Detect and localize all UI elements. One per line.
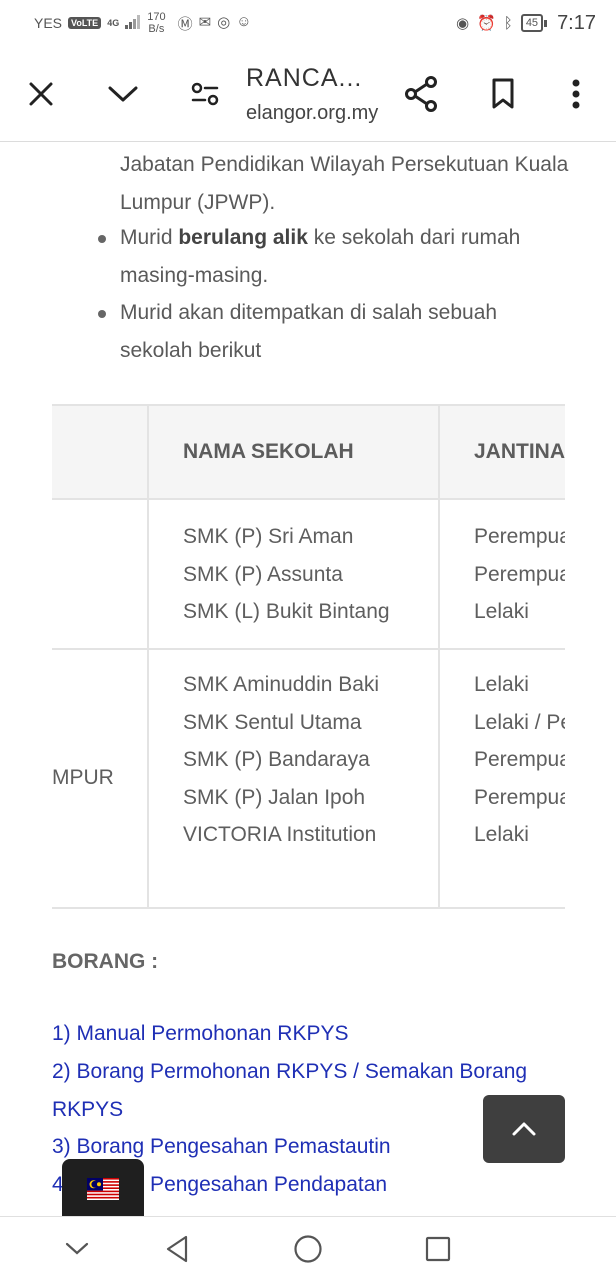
nav-hide-button[interactable] (57, 1231, 97, 1267)
app-ghost-icon: ☺ (236, 12, 252, 30)
whatsapp-icon: ◎ (217, 13, 231, 31)
bullet-item-2: Murid akan ditempatkan di salah sebuah s… (120, 301, 498, 362)
bluetooth-icon: ᛒ (503, 14, 513, 32)
table-cell-gender: Perempuan (474, 562, 565, 586)
table-cell-school: VICTORIA Institution (183, 823, 377, 846)
table-cell-gender: Perempuan (474, 785, 565, 809)
data-rate-value: 170 (147, 11, 166, 23)
close-icon (29, 82, 53, 106)
network-type: 4G (107, 17, 120, 28)
bullet-marker (98, 310, 106, 318)
table-cell-gender: Perempuan (474, 748, 565, 771)
back-triangle-icon (166, 1235, 188, 1263)
table-cell-gender: Perempuan (474, 525, 565, 548)
table-cell-school: SMK Sentul Utama (183, 710, 362, 734)
home-circle-icon (294, 1235, 322, 1263)
eye-icon: ◉ (456, 15, 470, 32)
row-divider (52, 648, 565, 650)
mail-icon: ✉ (198, 13, 212, 31)
minimize-button[interactable] (99, 70, 147, 118)
malaysia-flag-icon (87, 1178, 119, 1200)
page-settings-icon (191, 82, 219, 106)
page-title: RANCA... (246, 64, 363, 92)
link-manual-rkpys[interactable]: 1) Manual Permohonan RKPYS (52, 1015, 562, 1053)
share-icon (405, 76, 437, 112)
battery-icon: 45 (520, 14, 548, 32)
bookmark-button[interactable] (479, 70, 527, 118)
language-switcher[interactable] (62, 1159, 144, 1216)
volte-badge: VoLTE (68, 17, 102, 29)
table-cell-school: SMK (L) Bukit Bintang (183, 600, 390, 623)
table-cell-school: SMK (P) Jalan Ipoh (183, 785, 366, 809)
table-cell-gender: Lelaki / Pe (474, 710, 565, 734)
app-m-icon: Ⓜ (177, 15, 193, 33)
bullet-marker (98, 235, 106, 243)
carrier-label: YES (34, 15, 63, 31)
scroll-to-top-button[interactable] (483, 1095, 565, 1163)
page-settings-button[interactable] (181, 70, 229, 118)
data-rate-unit: B/s (148, 23, 165, 35)
table-cell-school: SMK (P) Assunta (183, 562, 343, 586)
page-url: elangor.org.my (246, 102, 379, 124)
data-rate: 170 B/s (147, 11, 165, 35)
menu-button[interactable] (552, 70, 600, 118)
signal-icon (125, 14, 141, 32)
chevron-up-icon (512, 1122, 536, 1136)
column-divider (147, 404, 149, 909)
borang-heading: BORANG : (52, 950, 159, 973)
table-cell-school: SMK Aminuddin Baki (183, 673, 380, 696)
column-divider (438, 404, 440, 909)
page-content: Jabatan Pendidikan Wilayah Persekutuan K… (0, 142, 616, 1216)
bullet1-bold: berulang alik (178, 226, 308, 249)
chevron-down-icon (108, 86, 138, 102)
nav-recents-button[interactable] (418, 1231, 458, 1267)
chevron-down-icon (65, 1242, 89, 1255)
close-button[interactable] (17, 70, 65, 118)
alarm-icon: ⏰ (477, 15, 496, 32)
status-right: ◉ ⏰ ᛒ 45 7:17 (456, 12, 596, 35)
table-cell-school: SMK (P) Bandaraya (183, 748, 370, 771)
clock: 7:17 (557, 11, 596, 34)
row-divider (52, 907, 565, 909)
table-cell-gender: Lelaki (474, 823, 529, 846)
header-nama-sekolah: NAMA SEKOLAH (183, 440, 354, 463)
browser-toolbar: RANCA... elangor.org.my (0, 46, 616, 142)
status-left: YES VoLTE 4G 170 B/s Ⓜ ✉ ◎ ☺ (34, 11, 252, 35)
status-bar: YES VoLTE 4G 170 B/s Ⓜ ✉ ◎ ☺ ◉ ⏰ ᛒ 45 7:… (0, 0, 616, 46)
bullet-item-1: Murid berulang alik ke sekolah dari ruma… (120, 219, 570, 294)
nav-back-button[interactable] (157, 1231, 197, 1267)
notification-icons: Ⓜ ✉ ◎ ☺ (178, 13, 252, 34)
table-cell-gender: Lelaki (474, 600, 529, 623)
row2-zone: MPUR (52, 766, 114, 789)
nav-home-button[interactable] (288, 1231, 328, 1267)
more-vert-icon (572, 79, 580, 109)
share-button[interactable] (397, 70, 445, 118)
table-cell-gender: Lelaki (474, 673, 529, 696)
header-jantina: JANTINA (474, 440, 565, 463)
paragraph-continued: Jabatan Pendidikan Wilayah Persekutuan K… (120, 153, 569, 214)
bookmark-icon (492, 78, 514, 109)
system-nav-bar (0, 1216, 616, 1280)
table-cell-school: SMK (P) Sri Aman (183, 525, 354, 548)
bullet1-prefix: Murid (120, 226, 179, 249)
recents-square-icon (425, 1236, 451, 1262)
schools-table[interactable]: NAMA SEKOLAH JANTINA SMK (P) Sri Aman SM… (52, 404, 565, 909)
